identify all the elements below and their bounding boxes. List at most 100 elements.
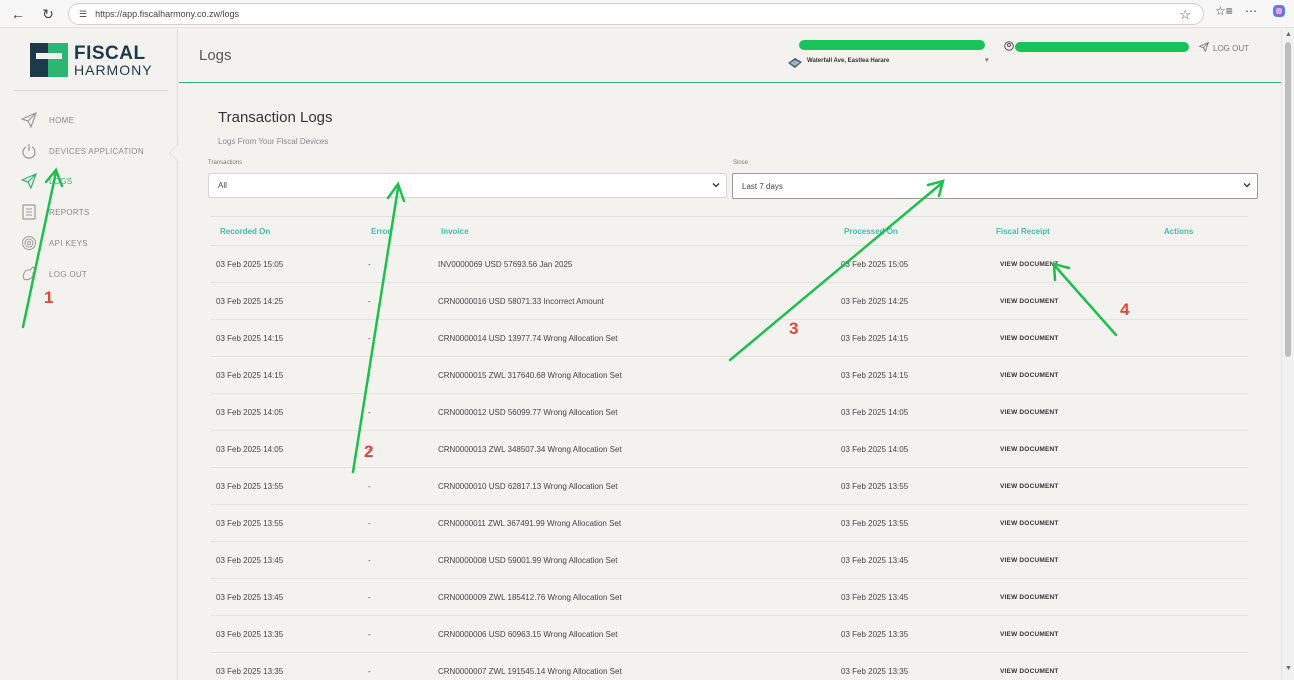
table-row: 03 Feb 2025 13:45 - CRN0000009 ZWL 185412.… [211, 579, 1248, 616]
page-scrollbar[interactable]: ▲ ▼ [1281, 29, 1294, 680]
sidebar-item-devices-application[interactable]: DEVICES APPLICATION [20, 141, 144, 161]
fiscal-harmony-logo[interactable]: FISCAL HARMONY [30, 39, 160, 81]
cell-recorded-on: 03 Feb 2025 13:35 [216, 667, 284, 676]
fingerprint-icon [20, 234, 38, 252]
view-document-link[interactable]: VIEW DOCUMENT [1000, 557, 1059, 564]
annotation-number-2: 2 [364, 442, 374, 461]
browser-toolbar: ← ↻ ☰ https://app.fiscalharmony.co.zw/lo… [0, 0, 1294, 28]
scroll-up-icon[interactable]: ▲ [1285, 31, 1292, 38]
view-document-link[interactable]: VIEW DOCUMENT [1000, 520, 1059, 527]
sidebar-item-home[interactable]: HOME [20, 110, 74, 130]
view-document-link[interactable]: VIEW DOCUMENT [1000, 594, 1059, 601]
chevron-down-icon [712, 181, 720, 189]
power-icon [20, 142, 38, 160]
bookmark-star-icon[interactable]: ☆ [1179, 7, 1191, 23]
sidebar-item-label: HOME [49, 115, 75, 125]
address-bar[interactable]: ☰ https://app.fiscalharmony.co.zw/logs ☆ [68, 3, 1204, 25]
cell-invoice: CRN0000006 USD 60963.15 Wrong Allocation… [438, 630, 618, 639]
address-dropdown-icon[interactable]: ▾ [985, 56, 989, 64]
cell-recorded-on: 03 Feb 2025 14:05 [216, 445, 284, 454]
sidebar-item-label: DEVICES APPLICATION [49, 146, 144, 156]
cell-invoice: CRN0000011 ZWL 367491.99 Wrong Allocatio… [438, 519, 622, 528]
copilot-icon[interactable] [1272, 4, 1286, 21]
view-document-link[interactable]: VIEW DOCUMENT [1000, 261, 1059, 268]
cell-error: - [368, 260, 371, 269]
redacted-company-name [799, 40, 985, 50]
page-info-icon[interactable]: ☰ [79, 9, 87, 20]
send-icon [20, 172, 38, 190]
cell-processed-on: 03 Feb 2025 14:05 [841, 408, 909, 417]
cell-recorded-on: 03 Feb 2025 14:15 [216, 334, 284, 343]
transactions-filter-select[interactable]: All [208, 173, 727, 198]
sidebar-item-label: API KEYS [49, 238, 88, 248]
cell-processed-on: 03 Feb 2025 13:35 [841, 630, 909, 639]
view-document-link[interactable]: VIEW DOCUMENT [1000, 372, 1059, 379]
favorites-icon[interactable]: ☆≡ [1215, 4, 1233, 18]
cell-processed-on: 03 Feb 2025 13:55 [841, 482, 909, 491]
top-header: Logs Waterfall Ave, Eastlea Harare ▾ LOG… [179, 29, 1281, 83]
cell-recorded-on: 03 Feb 2025 14:05 [216, 408, 284, 417]
sidebar-item-log-out[interactable]: LOG OUT [20, 264, 87, 284]
column-invoice[interactable]: Invoice [441, 227, 469, 236]
cell-invoice: CRN0000013 ZWL 348507.34 Wrong Allocatio… [438, 445, 622, 454]
cell-error: - [368, 667, 371, 676]
cell-recorded-on: 03 Feb 2025 13:35 [216, 630, 284, 639]
cell-processed-on: 03 Feb 2025 13:45 [841, 593, 909, 602]
more-menu-icon[interactable]: ⋯ [1245, 4, 1257, 18]
cell-recorded-on: 03 Feb 2025 14:15 [216, 371, 284, 380]
cell-invoice: INV0000069 USD 57693.56 Jan 2025 [438, 260, 573, 269]
sidebar-item-logs[interactable]: LOGS [20, 171, 72, 191]
logo-mark-icon [30, 41, 68, 79]
view-document-link[interactable]: VIEW DOCUMENT [1000, 335, 1059, 342]
cell-invoice: CRN0000008 USD 59001.99 Wrong Allocation… [438, 556, 618, 565]
view-document-link[interactable]: VIEW DOCUMENT [1000, 298, 1059, 305]
sidebar-item-api-keys[interactable]: API KEYS [20, 233, 88, 253]
since-filter-select[interactable]: Last 7 days [732, 173, 1258, 199]
table-row: 03 Feb 2025 13:55 - CRN0000010 USD 62817.1… [211, 468, 1248, 505]
view-document-link[interactable]: VIEW DOCUMENT [1000, 446, 1059, 453]
sidebar-item-label: REPORTS [49, 207, 90, 217]
transaction-logs-heading: Transaction Logs [218, 109, 333, 126]
annotation-number-3: 3 [789, 319, 799, 338]
fiscal-device-icon [787, 56, 803, 68]
header-logout-button[interactable]: LOG OUT [1198, 41, 1249, 55]
cell-processed-on: 03 Feb 2025 14:05 [841, 445, 909, 454]
sidebar-item-reports[interactable]: REPORTS [20, 202, 90, 222]
cell-processed-on: 03 Feb 2025 15:05 [841, 260, 909, 269]
view-document-link[interactable]: VIEW DOCUMENT [1000, 409, 1059, 416]
column-recorded-on[interactable]: Recorded On [220, 227, 270, 236]
column-actions[interactable]: Actions [1164, 227, 1193, 236]
cell-processed-on: 03 Feb 2025 13:35 [841, 667, 909, 676]
column-processed-on[interactable]: Processed On [844, 227, 898, 236]
logo-line-2: HARMONY [74, 61, 153, 78]
column-error[interactable]: Error [371, 227, 391, 236]
scroll-down-icon[interactable]: ▼ [1285, 665, 1292, 672]
cell-invoice: CRN0000016 USD 58071.33 Incorrect Amount [438, 297, 604, 306]
send-icon [20, 111, 38, 129]
scrollbar-thumb[interactable] [1285, 42, 1291, 357]
user-icon [1004, 41, 1014, 54]
cell-error: - [368, 334, 371, 343]
reload-icon[interactable]: ↻ [38, 4, 58, 24]
back-icon[interactable]: ← [8, 4, 28, 24]
view-document-link[interactable]: VIEW DOCUMENT [1000, 668, 1059, 675]
chevron-down-icon [1243, 181, 1251, 189]
cell-invoice: CRN0000010 USD 62817.13 Wrong Allocation… [438, 482, 618, 491]
sidebar-divider [14, 90, 168, 91]
table-row: 03 Feb 2025 14:15 - CRN0000014 USD 13977.7… [211, 320, 1248, 357]
cell-error: - [368, 519, 371, 528]
view-document-link[interactable]: VIEW DOCUMENT [1000, 483, 1059, 490]
annotation-number-1: 1 [44, 288, 54, 307]
cell-processed-on: 03 Feb 2025 14:15 [841, 371, 909, 380]
cell-recorded-on: 03 Feb 2025 13:55 [216, 519, 284, 528]
since-filter-value: Last 7 days [742, 181, 783, 191]
cell-error: - [368, 371, 371, 380]
table-row: 03 Feb 2025 13:35 - CRN0000006 USD 60963.1… [211, 616, 1248, 653]
table-row: 03 Feb 2025 14:15 - CRN0000015 ZWL 317640.… [211, 357, 1248, 394]
table-body: 03 Feb 2025 15:05 - INV0000069 USD 57693.5… [211, 246, 1248, 680]
column-fiscal-receipt[interactable]: Fiscal Receipt [996, 227, 1050, 236]
device-address[interactable]: Waterfall Ave, Eastlea Harare [807, 58, 889, 64]
table-row: 03 Feb 2025 13:45 - CRN0000008 USD 59001.9… [211, 542, 1248, 579]
active-indicator [170, 144, 179, 162]
view-document-link[interactable]: VIEW DOCUMENT [1000, 631, 1059, 638]
